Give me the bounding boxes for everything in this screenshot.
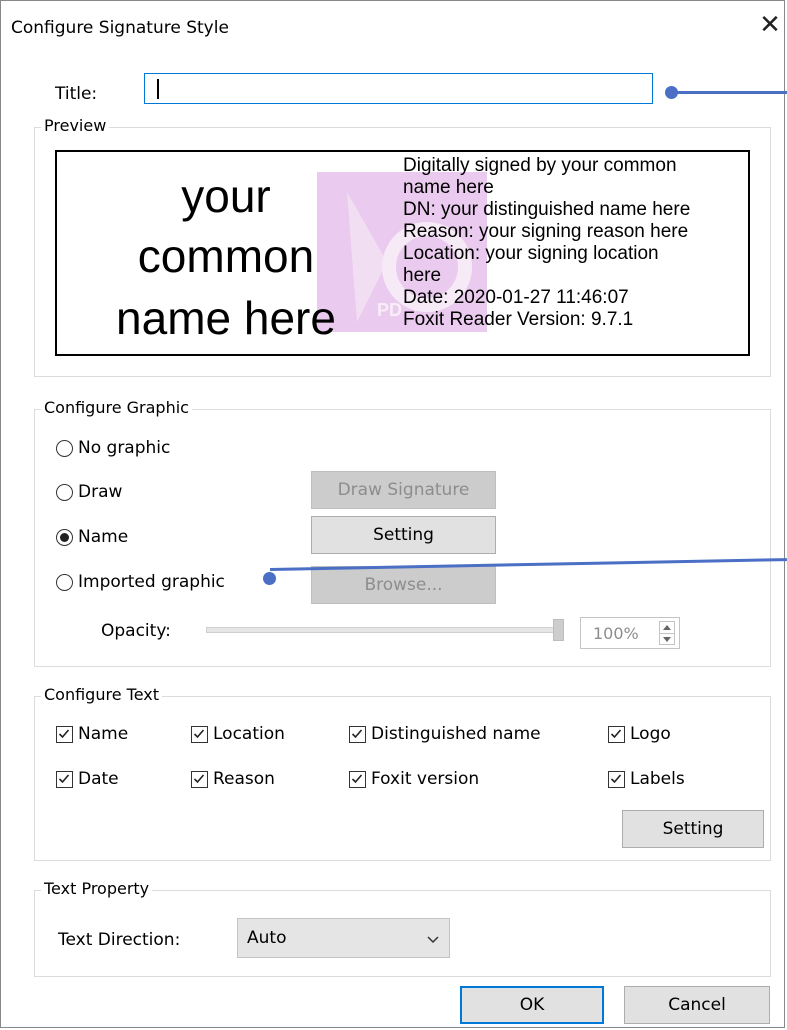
opacity-slider-track[interactable] — [206, 627, 556, 633]
ok-button[interactable]: OK — [460, 986, 604, 1024]
radio-name-label[interactable]: Name — [78, 527, 128, 547]
checkbox-reason[interactable] — [191, 771, 208, 788]
opacity-slider-thumb[interactable] — [553, 619, 564, 641]
text-cursor — [157, 79, 159, 99]
opacity-spinbox[interactable]: 100% — [580, 617, 680, 649]
spin-up-icon[interactable] — [663, 625, 671, 630]
text-setting-button[interactable]: Setting — [622, 810, 764, 848]
info-line: Location: your signing location — [403, 243, 659, 264]
info-line: here — [403, 265, 442, 286]
radio-no-graphic[interactable] — [56, 440, 73, 457]
info-line: Date: 2020-01-27 11:46:07 — [403, 287, 629, 308]
radio-no-graphic-label[interactable]: No graphic — [78, 438, 170, 458]
graphic-setting-button[interactable]: Setting — [311, 516, 496, 554]
checkbox-labels[interactable] — [608, 771, 625, 788]
opacity-value: 100% — [593, 624, 639, 643]
checkbox-distinguished-name-label[interactable]: Distinguished name — [371, 724, 541, 744]
info-line: DN: your distinguished name here — [403, 199, 691, 220]
cancel-button[interactable]: Cancel — [624, 986, 770, 1024]
signature-preview: PD your common name here Digitally signe… — [55, 150, 750, 356]
checkbox-date[interactable] — [56, 771, 73, 788]
checkbox-name-label[interactable]: Name — [78, 724, 128, 744]
radio-imported-graphic-label[interactable]: Imported graphic — [78, 572, 225, 592]
chevron-down-icon — [427, 936, 439, 944]
radio-draw-label[interactable]: Draw — [78, 482, 122, 502]
checkbox-logo[interactable] — [608, 726, 625, 743]
radio-draw[interactable] — [56, 484, 73, 501]
opacity-label: Opacity: — [101, 621, 171, 641]
checkbox-location[interactable] — [191, 726, 208, 743]
preview-legend: Preview — [41, 117, 110, 135]
configure-text-legend: Configure Text — [41, 686, 162, 704]
checkbox-foxit-version-label[interactable]: Foxit version — [371, 769, 479, 789]
checkbox-date-label[interactable]: Date — [78, 769, 119, 789]
callout-dot-2 — [263, 572, 276, 585]
spin-buttons[interactable] — [659, 621, 675, 645]
common-name-line-2: common — [137, 230, 315, 282]
text-direction-label: Text Direction: — [58, 930, 181, 950]
draw-signature-button[interactable]: Draw Signature — [311, 471, 496, 509]
checkbox-distinguished-name[interactable] — [349, 726, 366, 743]
info-line: Reason: your signing reason here — [403, 221, 689, 242]
checkbox-name[interactable] — [56, 726, 73, 743]
checkbox-reason-label[interactable]: Reason — [213, 769, 275, 789]
common-name-line-1: your — [181, 170, 271, 222]
close-icon[interactable]: ✕ — [757, 12, 783, 38]
radio-imported-graphic[interactable] — [56, 574, 73, 591]
common-name-line-3: name here — [116, 292, 336, 344]
checkbox-foxit-version[interactable] — [349, 771, 366, 788]
window-title: Configure Signature Style — [11, 18, 229, 38]
radio-selected-dot — [60, 533, 69, 542]
info-line: Foxit Reader Version: 9.7.1 — [403, 309, 634, 330]
checkbox-location-label[interactable]: Location — [213, 724, 285, 744]
spin-down-icon[interactable] — [663, 637, 671, 642]
info-line: Digitally signed by your common — [403, 155, 677, 176]
callout-line-1 — [672, 91, 787, 94]
checkbox-labels-label[interactable]: Labels — [630, 769, 685, 789]
text-property-legend: Text Property — [41, 880, 153, 898]
spin-divider — [660, 633, 674, 634]
title-label: Title: — [55, 84, 98, 104]
title-input[interactable] — [144, 73, 653, 104]
radio-name[interactable] — [56, 529, 73, 546]
configure-graphic-legend: Configure Graphic — [41, 399, 192, 417]
checkbox-logo-label[interactable]: Logo — [630, 724, 671, 744]
browse-button[interactable]: Browse... — [311, 566, 496, 604]
text-direction-select[interactable]: Auto — [237, 918, 450, 958]
info-line: name here — [403, 177, 494, 198]
text-direction-value: Auto — [247, 928, 287, 948]
